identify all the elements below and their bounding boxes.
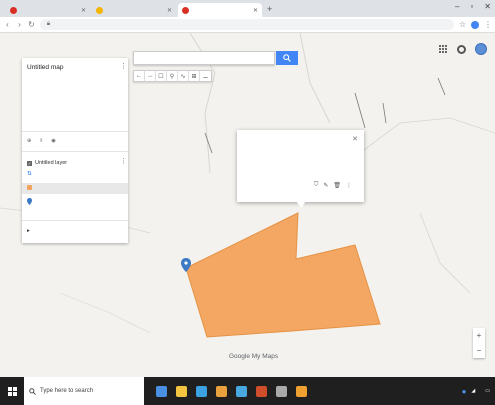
list-item[interactable] [22, 183, 128, 194]
task-view-icon[interactable] [156, 385, 167, 397]
start-button[interactable] [0, 377, 24, 405]
notification-center-icon[interactable]: ▭ [485, 388, 490, 394]
select-icon[interactable]: ☐ [156, 71, 167, 81]
back-icon[interactable]: ‹ [4, 20, 11, 29]
browser-tab-active[interactable]: ✕ [178, 3, 262, 17]
chevron-down-icon: ▸ [27, 228, 30, 234]
map-search-box[interactable] [133, 51, 275, 65]
apps-grid-icon[interactable] [439, 44, 448, 54]
more-icon[interactable]: ⋮ [346, 182, 352, 189]
add-layer-button[interactable]: ⊕ [27, 138, 33, 144]
edit-pencil-icon[interactable]: ✎ [323, 182, 328, 189]
profile-icon[interactable] [471, 20, 479, 29]
zoom-controls: + − [473, 328, 485, 358]
star-icon[interactable]: ☆ [459, 20, 466, 29]
zoom-in-icon[interactable]: + [477, 331, 482, 340]
browser-tab[interactable]: ✕ [92, 3, 176, 17]
taskbar-search-text: Type here to search [40, 388, 94, 394]
tab-favicon [182, 6, 189, 14]
divider [22, 151, 128, 152]
url-field[interactable]: 🔒︎ [40, 19, 454, 30]
marker-icon [27, 198, 32, 205]
divider [22, 220, 128, 221]
map-toolbar: ← → ☐ ⚲ ∿ ⊞ ⚊ [133, 70, 212, 82]
minimize-icon[interactable]: – [455, 2, 459, 11]
file-explorer-icon[interactable] [176, 385, 187, 397]
layer-style-row[interactable]: ⇅ [27, 171, 35, 177]
feature-polygon[interactable] [27, 185, 35, 190]
info-actions: ⛉ ✎ 🗑︎ ⋮ [314, 182, 352, 189]
search-icon [29, 387, 36, 395]
reload-icon[interactable]: ↻ [28, 20, 35, 29]
eye-icon: ◉ [51, 138, 56, 144]
polygon-swatch-icon [27, 185, 32, 190]
add-marker-icon[interactable]: ⚲ [167, 71, 178, 81]
search-input[interactable] [134, 52, 274, 64]
close-icon[interactable]: ✕ [253, 7, 258, 14]
tab-favicon [96, 6, 103, 14]
draw-line-icon[interactable]: ∿ [178, 71, 189, 81]
edge-icon[interactable] [196, 385, 207, 397]
search-button[interactable] [276, 51, 298, 65]
windows-taskbar: Type here to search ● ◢ ▭ [0, 377, 495, 405]
windows-logo-icon [7, 386, 17, 396]
divider [22, 131, 128, 132]
layer-name[interactable]: Untitled layer [35, 160, 67, 166]
tab-favicon [10, 6, 17, 14]
map-options-icon[interactable]: ⋮ [120, 63, 127, 70]
browser-tab-bar: ✕ ✕ ✕ + – ▫ ✕ [0, 0, 495, 17]
close-icon[interactable]: ✕ [352, 135, 358, 143]
lock-icon: 🔒︎ [46, 21, 51, 27]
add-layer-icon: ⊕ [27, 138, 32, 144]
notifications-icon[interactable] [457, 44, 466, 54]
layer-options-icon[interactable]: ⋮ [120, 158, 127, 165]
google-my-maps-logo: Google My Maps [229, 353, 279, 360]
layer-header[interactable]: ✓ Untitled layer [27, 160, 67, 166]
zoom-out-icon[interactable]: − [477, 346, 482, 355]
close-icon[interactable]: ✕ [81, 7, 86, 14]
info-window: ✕ ⛉ ✎ 🗑︎ ⋮ [237, 130, 364, 202]
window-controls: – ▫ ✕ [455, 2, 491, 11]
store-icon[interactable] [216, 385, 227, 397]
address-bar: ‹ › ↻ 🔒︎ ☆ ⋮ [0, 17, 495, 33]
delete-icon[interactable]: 🗑︎ [333, 182, 341, 189]
browser-tab[interactable]: ✕ [6, 3, 90, 17]
taskbar-apps [156, 385, 307, 397]
preview-button[interactable]: ◉ [51, 138, 57, 144]
taskbar-search-box[interactable]: Type here to search [24, 377, 144, 405]
share-icon: ⇪ [39, 138, 44, 144]
feature-marker[interactable] [27, 198, 35, 205]
info-window-pointer [296, 201, 306, 208]
network-icon[interactable]: ● [462, 387, 467, 396]
maximize-icon[interactable]: ▫ [470, 2, 473, 11]
share-button[interactable]: ⇪ [39, 138, 45, 144]
avatar[interactable] [475, 43, 487, 55]
chrome-icon[interactable] [296, 385, 307, 397]
close-icon[interactable]: ✕ [167, 7, 172, 14]
forward-icon[interactable]: › [16, 20, 23, 29]
measure-icon[interactable]: ⚊ [200, 71, 211, 81]
drawn-polygon [185, 212, 381, 338]
new-tab-button[interactable]: + [267, 4, 272, 14]
system-tray: ● ◢ ▭ [462, 387, 495, 396]
base-map-row[interactable]: ▸ [27, 228, 33, 234]
undo-icon[interactable]: ← [134, 71, 145, 81]
style-bucket-icon[interactable]: ⛉ [314, 182, 319, 189]
map-canvas[interactable]: ← → ☐ ⚲ ∿ ⊞ ⚊ Untitled map ⋮ ⊕ ⇪ ◉ ✓ Unt… [0, 33, 495, 377]
map-legend-panel: Untitled map ⋮ ⊕ ⇪ ◉ ✓ Untitled layer ⋮ … [22, 58, 128, 243]
volume-icon[interactable]: ◢ [471, 388, 475, 394]
redo-icon[interactable]: → [145, 71, 156, 81]
map-title[interactable]: Untitled map [27, 64, 64, 71]
directions-icon[interactable]: ⊞ [189, 71, 200, 81]
layer-checkbox[interactable]: ✓ [27, 160, 32, 166]
app-icon[interactable] [276, 385, 287, 397]
style-icon: ⇅ [27, 171, 32, 177]
search-icon [283, 54, 291, 62]
mail-icon[interactable] [236, 385, 247, 397]
menu-icon[interactable]: ⋮ [484, 20, 492, 29]
close-window-icon[interactable]: ✕ [484, 2, 491, 11]
office-icon[interactable] [256, 385, 267, 397]
panel-actions: ⊕ ⇪ ◉ [27, 138, 58, 144]
account-controls [439, 43, 487, 55]
